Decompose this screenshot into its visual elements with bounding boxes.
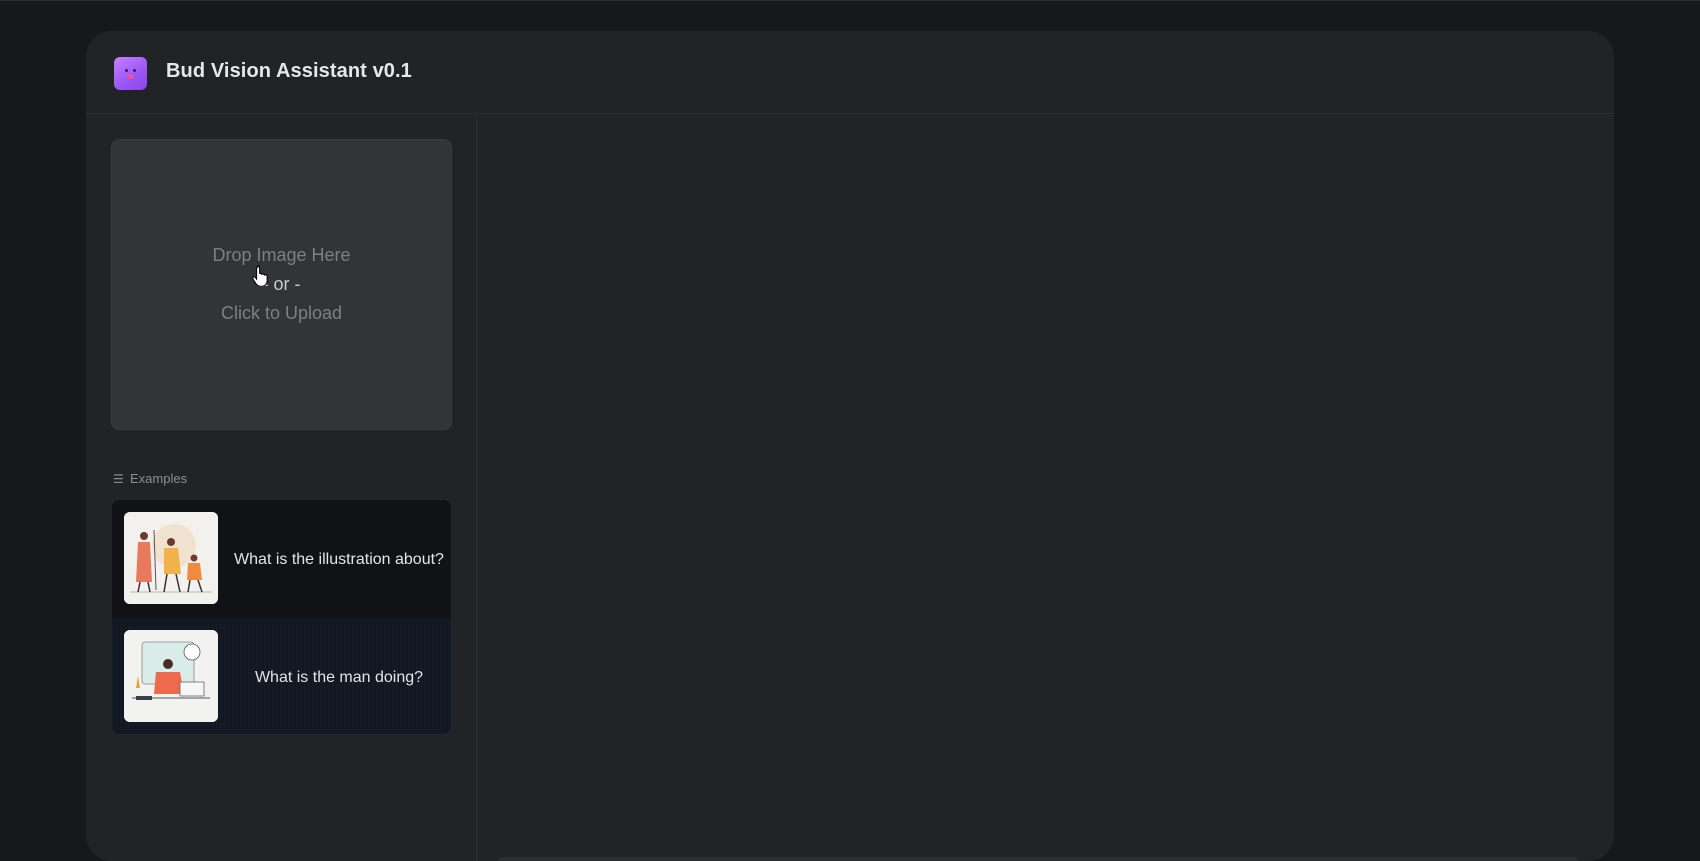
examples-list: What is the illustration about? What is … bbox=[111, 499, 452, 735]
top-border bbox=[0, 0, 1700, 1]
upload-or-text: - or - bbox=[262, 274, 301, 294]
example-text: What is the illustration about? bbox=[234, 550, 444, 568]
hand-cursor-icon bbox=[252, 264, 268, 286]
examples-label: ☰ Examples bbox=[113, 471, 187, 486]
example-text: What is the man doing? bbox=[254, 668, 424, 686]
header: Bud Vision Assistant v0.1 bbox=[86, 31, 1614, 114]
app-title: Bud Vision Assistant v0.1 bbox=[166, 60, 412, 82]
example-item[interactable]: What is the illustration about? bbox=[112, 500, 451, 618]
chat-area-bottom-edge bbox=[498, 857, 1578, 861]
upload-click-text: Click to Upload bbox=[220, 303, 343, 323]
panel-divider bbox=[476, 114, 477, 861]
examples-label-text: Examples bbox=[130, 471, 188, 486]
upload-drop-text: Drop Image Here bbox=[212, 245, 351, 265]
image-upload-dropzone[interactable]: Drop Image Here - or - Click to Upload bbox=[111, 139, 452, 430]
smiley-face-icon bbox=[114, 57, 147, 90]
example-thumbnail bbox=[124, 630, 218, 722]
example-item[interactable]: What is the man doing? bbox=[112, 618, 451, 734]
app-container: Bud Vision Assistant v0.1 Drop Image Her… bbox=[86, 31, 1614, 861]
example-thumbnail bbox=[124, 512, 218, 604]
list-icon: ☰ bbox=[113, 472, 124, 486]
